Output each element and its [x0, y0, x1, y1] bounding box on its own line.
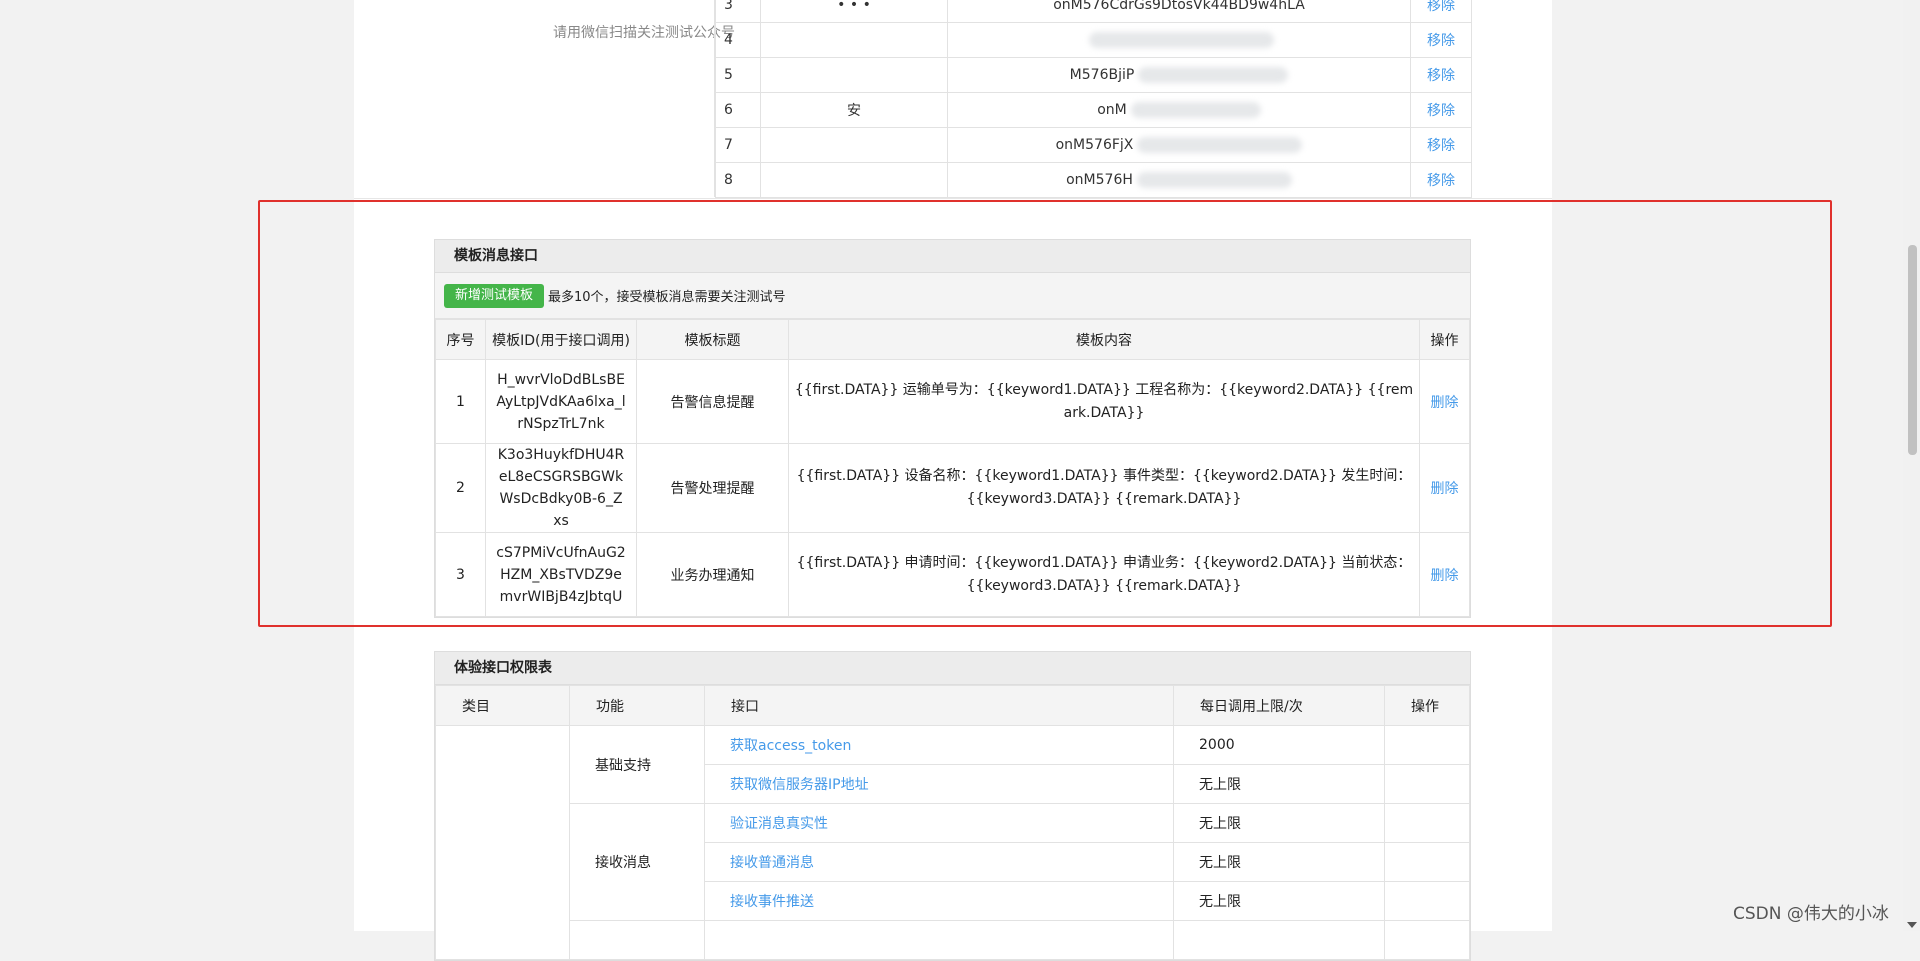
fan-nickname [760, 57, 948, 93]
function-name: 接收消息 [569, 803, 705, 921]
fan-openid-text: onM576CdrGs9DtosVk44BD9w4hLA [1053, 0, 1305, 13]
fan-row: 3 • • • onM576CdrGs9DtosVk44BD9w4hLA 移除 [715, 0, 1472, 23]
function-name [569, 920, 705, 960]
remove-link-text[interactable]: 移除 [1427, 138, 1455, 154]
permission-row: 基础支持 获取access_token 2000 [435, 725, 1470, 960]
interface-link[interactable]: 获取微信服务器IP地址 [730, 777, 869, 793]
permission-row: 接收消息 验证消息真实性 无上限 [436, 803, 1470, 921]
fan-openid-text: onM [1097, 102, 1127, 118]
interface-link[interactable]: 验证消息真实性 [730, 816, 828, 832]
permission-row [436, 920, 1470, 960]
header-operation: 操作 [1384, 685, 1470, 726]
fan-index: 8 [715, 162, 761, 198]
header-category: 类目 [435, 685, 570, 726]
fan-index: 5 [715, 57, 761, 93]
daily-limit: 无上限 [1173, 803, 1385, 843]
fan-openid-text: M576BjiP [1069, 67, 1135, 83]
fan-nickname [760, 22, 948, 58]
operation-cell [1384, 842, 1470, 882]
page-scrollbar[interactable] [1903, 0, 1920, 931]
interface-cell: 验证消息真实性 [704, 803, 1174, 843]
fan-nickname: 安 [760, 92, 948, 128]
fan-openid: onM576FjX [947, 127, 1411, 163]
interface-cell [704, 920, 1174, 960]
header-daily-limit: 每日调用上限/次 [1173, 685, 1385, 726]
redacted-mask [1138, 67, 1289, 83]
interface-cell: 接收事件推送 [704, 881, 1174, 921]
remove-fan-link[interactable]: 移除 [1410, 22, 1472, 58]
operation-cell [1384, 920, 1470, 960]
remove-fan-link[interactable]: 移除 [1410, 57, 1472, 93]
fan-openid-text: onM576FjX [1055, 137, 1134, 153]
fan-index: 6 [715, 92, 761, 128]
fan-row: 5 M576BjiP 移除 [715, 57, 1472, 93]
fan-row: 4 移除 [715, 22, 1472, 58]
fan-openid: onM576CdrGs9DtosVk44BD9w4hLA [947, 0, 1411, 23]
fan-index: 3 [715, 0, 761, 23]
section-divider [354, 198, 1552, 199]
fan-row: 6 安 onM 移除 [715, 92, 1472, 128]
interface-link[interactable]: 接收事件推送 [730, 894, 814, 910]
operation-cell [1384, 803, 1470, 843]
redacted-mask [1136, 172, 1292, 188]
redacted-mask [1130, 102, 1261, 118]
daily-limit: 无上限 [1173, 842, 1385, 882]
remove-fan-link[interactable]: 移除 [1410, 92, 1472, 128]
fans-table: 3 • • • onM576CdrGs9DtosVk44BD9w4hLA 移除 4 移除 5… [715, 0, 1472, 198]
interface-cell: 接收普通消息 [704, 842, 1174, 882]
fan-nickname [760, 162, 948, 198]
fan-nickname-text: • • • [837, 0, 871, 13]
fan-openid [947, 22, 1411, 58]
fan-nickname [760, 127, 948, 163]
remove-link-text[interactable]: 移除 [1427, 68, 1455, 84]
interface-link[interactable]: 接收普通消息 [730, 855, 814, 871]
remove-link-text[interactable]: 移除 [1427, 33, 1455, 49]
csdn-watermark: CSDN @伟大的小冰 [1733, 904, 1889, 924]
permission-table: 类目 功能 接口 每日调用上限/次 操作 基础支持 获取access_token 2… [435, 685, 1470, 960]
permission-panel-title: 体验接口权限表 [435, 652, 1470, 685]
category-cell [435, 725, 570, 960]
fan-openid: M576BjiP [947, 57, 1411, 93]
fan-index: 4 [715, 22, 761, 58]
fan-row: 8 onM576H 移除 [715, 162, 1472, 198]
operation-cell [1384, 764, 1470, 804]
fan-openid-text: onM576H [1066, 172, 1133, 188]
remove-fan-link[interactable]: 移除 [1410, 0, 1472, 23]
daily-limit: 无上限 [1173, 764, 1385, 804]
interface-link[interactable]: 获取access_token [730, 738, 851, 754]
scroll-down-arrow-icon[interactable] [1907, 922, 1917, 928]
remove-link-text[interactable]: 移除 [1427, 103, 1455, 119]
daily-limit [1173, 920, 1385, 960]
interface-cell: 获取access_token [704, 725, 1174, 765]
operation-cell [1384, 881, 1470, 921]
function-name: 基础支持 [569, 725, 705, 804]
daily-limit: 无上限 [1173, 881, 1385, 921]
remove-fan-link[interactable]: 移除 [1410, 162, 1472, 198]
fan-index: 7 [715, 127, 761, 163]
operation-cell [1384, 725, 1470, 765]
header-function: 功能 [569, 685, 705, 726]
fan-openid: onM576H [947, 162, 1411, 198]
scroll-thumb[interactable] [1908, 245, 1917, 455]
fan-openid: onM [947, 92, 1411, 128]
highlight-box [258, 200, 1832, 627]
header-interface: 接口 [704, 685, 1174, 726]
redacted-mask [1137, 137, 1303, 153]
fan-nickname-text: 安 [847, 103, 861, 119]
remove-fan-link[interactable]: 移除 [1410, 127, 1472, 163]
remove-link-text[interactable]: 移除 [1427, 173, 1455, 189]
interface-cell: 获取微信服务器IP地址 [704, 764, 1174, 804]
api-permission-panel: 体验接口权限表 类目 功能 接口 每日调用上限/次 操作 基础支持 获取acces… [434, 651, 1471, 961]
redacted-mask [1088, 32, 1274, 48]
fan-row: 7 onM576FjX 移除 [715, 127, 1472, 163]
daily-limit: 2000 [1173, 725, 1385, 765]
fan-nickname: • • • [760, 0, 948, 23]
remove-link-text[interactable]: 移除 [1427, 0, 1455, 14]
